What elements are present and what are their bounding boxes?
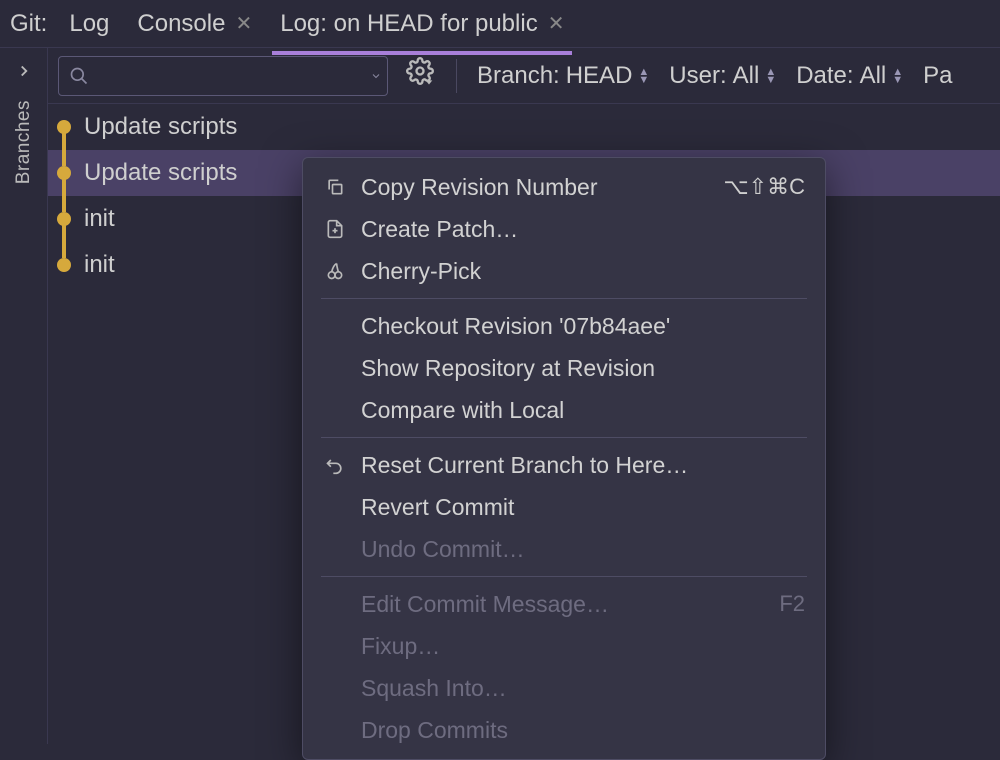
tab-console[interactable]: Console ✕ bbox=[123, 2, 266, 46]
commit-dot-icon bbox=[57, 212, 71, 226]
updown-icon: ▲▼ bbox=[765, 68, 776, 84]
menu-cherry-pick[interactable]: Cherry-Pick bbox=[303, 250, 825, 292]
menu-item-label: Edit Commit Message… bbox=[361, 591, 765, 618]
menu-item-label: Create Patch… bbox=[361, 216, 805, 243]
search-input-wrapper[interactable] bbox=[58, 56, 388, 96]
filter-key: Date: bbox=[796, 62, 853, 90]
chevron-down-icon[interactable] bbox=[370, 70, 382, 82]
menu-create-patch[interactable]: Create Patch… bbox=[303, 208, 825, 250]
close-icon[interactable]: ✕ bbox=[548, 11, 565, 36]
search-input[interactable] bbox=[97, 64, 362, 87]
menu-fixup: Fixup… bbox=[303, 625, 825, 667]
commit-message: init bbox=[84, 251, 115, 279]
tab-label: Console bbox=[137, 10, 225, 38]
log-toolbar: Branch: HEAD ▲▼ User: All ▲▼ Date: All ▲… bbox=[48, 48, 1000, 104]
tab-log[interactable]: Log bbox=[55, 2, 123, 46]
menu-shortcut: ⌥⇧⌘C bbox=[723, 174, 805, 200]
menu-compare-local[interactable]: Compare with Local bbox=[303, 389, 825, 431]
commit-message: Update scripts bbox=[84, 113, 237, 141]
menu-show-repository[interactable]: Show Repository at Revision bbox=[303, 347, 825, 389]
menu-shortcut: F2 bbox=[779, 591, 805, 617]
commit-row[interactable]: Update scripts bbox=[48, 104, 1000, 150]
menu-edit-commit-message: Edit Commit Message… F2 bbox=[303, 583, 825, 625]
filter-value: All bbox=[860, 62, 887, 90]
chevron-right-icon[interactable] bbox=[15, 62, 33, 80]
tab-label: Log: on HEAD for public bbox=[280, 10, 537, 38]
menu-item-label: Checkout Revision '07b84aee' bbox=[361, 313, 805, 340]
close-icon[interactable]: ✕ bbox=[235, 11, 252, 36]
undo-icon bbox=[323, 455, 347, 475]
menu-separator bbox=[321, 576, 807, 577]
commit-context-menu: Copy Revision Number ⌥⇧⌘C Create Patch… … bbox=[302, 157, 826, 760]
menu-item-label: Drop Commits bbox=[361, 717, 805, 744]
filter-key: User: bbox=[669, 62, 726, 90]
menu-copy-revision[interactable]: Copy Revision Number ⌥⇧⌘C bbox=[303, 166, 825, 208]
patch-icon bbox=[323, 219, 347, 239]
git-prefix-label: Git: bbox=[6, 10, 55, 38]
filter-key: Pa bbox=[923, 62, 952, 90]
toolbar-separator bbox=[456, 59, 457, 93]
menu-item-label: Reset Current Branch to Here… bbox=[361, 452, 805, 479]
menu-item-label: Fixup… bbox=[361, 633, 805, 660]
tab-log-head-public[interactable]: Log: on HEAD for public ✕ bbox=[266, 2, 578, 46]
filter-branch[interactable]: Branch: HEAD ▲▼ bbox=[473, 62, 653, 90]
menu-item-label: Show Repository at Revision bbox=[361, 355, 805, 382]
copy-icon bbox=[323, 177, 347, 197]
search-icon bbox=[69, 66, 89, 86]
updown-icon: ▲▼ bbox=[892, 68, 903, 84]
menu-item-label: Compare with Local bbox=[361, 397, 805, 424]
menu-item-label: Squash Into… bbox=[361, 675, 805, 702]
menu-item-label: Revert Commit bbox=[361, 494, 805, 521]
menu-item-label: Copy Revision Number bbox=[361, 174, 709, 201]
commit-dot-icon bbox=[57, 258, 71, 272]
filter-value: HEAD bbox=[566, 62, 633, 90]
filter-date[interactable]: Date: All ▲▼ bbox=[792, 62, 907, 90]
commit-dot-icon bbox=[57, 166, 71, 180]
menu-checkout-revision[interactable]: Checkout Revision '07b84aee' bbox=[303, 305, 825, 347]
commit-message: init bbox=[84, 205, 115, 233]
filter-overflow[interactable]: Pa bbox=[919, 62, 956, 90]
menu-item-label: Undo Commit… bbox=[361, 536, 805, 563]
menu-drop-commits: Drop Commits bbox=[303, 709, 825, 751]
filter-key: Branch: bbox=[477, 62, 560, 90]
commit-message: Update scripts bbox=[84, 159, 237, 187]
menu-separator bbox=[321, 298, 807, 299]
menu-reset-branch[interactable]: Reset Current Branch to Here… bbox=[303, 444, 825, 486]
menu-item-label: Cherry-Pick bbox=[361, 258, 805, 285]
menu-undo-commit: Undo Commit… bbox=[303, 528, 825, 570]
tab-bar: Git: Log Console ✕ Log: on HEAD for publ… bbox=[0, 0, 1000, 48]
filter-user[interactable]: User: All ▲▼ bbox=[665, 62, 780, 90]
menu-revert-commit[interactable]: Revert Commit bbox=[303, 486, 825, 528]
menu-squash-into: Squash Into… bbox=[303, 667, 825, 709]
branches-sidebar: Branches bbox=[0, 48, 48, 744]
filter-value: All bbox=[733, 62, 760, 90]
menu-separator bbox=[321, 437, 807, 438]
commit-dot-icon bbox=[57, 120, 71, 134]
gear-icon[interactable] bbox=[400, 57, 440, 95]
cherry-icon bbox=[323, 261, 347, 281]
updown-icon: ▲▼ bbox=[638, 68, 649, 84]
branches-label[interactable]: Branches bbox=[13, 100, 35, 184]
tab-label: Log bbox=[69, 10, 109, 38]
